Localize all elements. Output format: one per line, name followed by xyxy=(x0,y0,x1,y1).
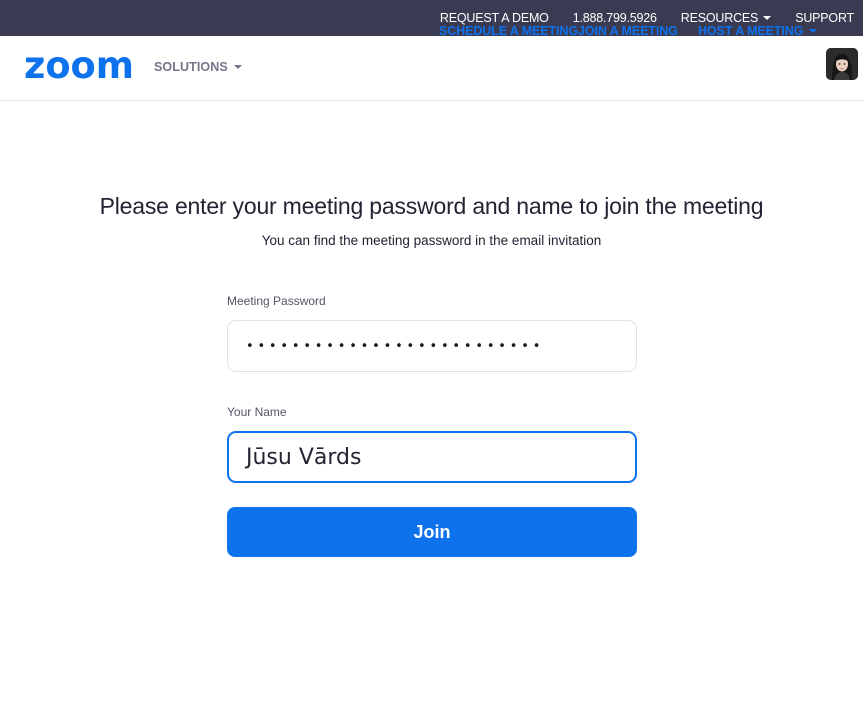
host-meeting-label: HOST A MEETING xyxy=(698,24,804,38)
caret-down-icon xyxy=(233,65,242,69)
name-field[interactable]: Jūsu Vārds xyxy=(227,431,637,483)
solutions-label: SOLUTIONS xyxy=(154,60,228,74)
main-navbar: zoom SOLUTIONS xyxy=(0,36,863,101)
caret-down-icon xyxy=(809,29,818,33)
request-demo-link[interactable]: REQUEST A DEMO xyxy=(440,11,549,25)
page-subtitle: You can find the meeting password in the… xyxy=(261,233,602,248)
join-button[interactable]: Join xyxy=(227,507,637,557)
caret-down-icon xyxy=(763,16,772,20)
password-label: Meeting Password xyxy=(227,294,326,308)
resources-menu[interactable]: RESOURCES xyxy=(680,11,772,25)
resources-label: RESOURCES xyxy=(680,11,759,25)
zoom-logo-text: zoom xyxy=(24,50,134,84)
join-meeting-link[interactable]: JOIN A MEETING xyxy=(578,24,678,38)
name-value: Jūsu Vārds xyxy=(246,444,362,470)
host-meeting-menu[interactable]: HOST A MEETING xyxy=(698,24,818,38)
name-label: Your Name xyxy=(227,405,287,419)
password-field[interactable]: •••••••••••••••••••••••••• xyxy=(227,320,637,372)
user-avatar-icon xyxy=(826,48,858,80)
phone-link[interactable]: 1.888.799.5926 xyxy=(573,11,657,25)
support-link[interactable]: SUPPORT xyxy=(795,11,854,25)
user-avatar[interactable] xyxy=(826,48,858,80)
zoom-logo[interactable]: zoom xyxy=(24,50,136,84)
schedule-meeting-link[interactable]: SCHEDULE A MEETING xyxy=(439,24,578,38)
page-title: Please enter your meeting password and n… xyxy=(99,193,764,219)
password-value: •••••••••••••••••••••••••• xyxy=(246,338,545,354)
solutions-menu[interactable]: SOLUTIONS xyxy=(154,60,242,74)
